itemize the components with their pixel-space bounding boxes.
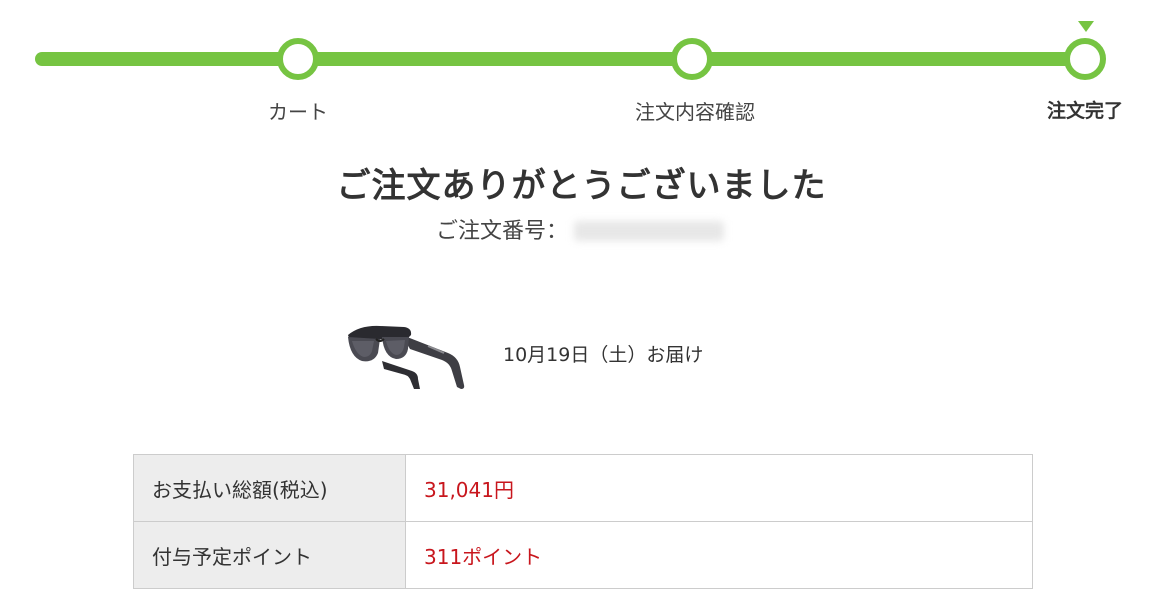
step-label-confirm: 注文内容確認	[635, 100, 755, 124]
step-node-complete	[1064, 38, 1106, 80]
step-label-complete: 注文完了	[1046, 100, 1123, 122]
progress-track	[35, 52, 1085, 66]
payment-summary-table: お支払い総額(税込) 31,041円 付与予定ポイント 311ポイント	[133, 454, 1033, 589]
points-label: 付与予定ポイント	[133, 521, 406, 589]
order-complete-page: カート 注文内容確認 注文完了 ご注文ありがとうございました ご注文番号： 10…	[0, 0, 1163, 608]
step-node-confirm	[671, 38, 713, 80]
order-number-row: ご注文番号：	[436, 213, 725, 245]
current-step-marker-icon	[1078, 21, 1094, 32]
step-label-cart: カート	[268, 100, 328, 124]
table-row-points: 付与予定ポイント 311ポイント	[133, 521, 1033, 589]
points-value: 311ポイント	[405, 521, 1033, 589]
total-payment-label: お支払い総額(税込)	[133, 454, 406, 522]
xr-glasses-image	[340, 313, 470, 393]
total-payment-value: 31,041円	[405, 454, 1033, 522]
step-node-cart	[277, 38, 319, 80]
delivery-date-text: 10月19日（土）お届け	[503, 344, 704, 366]
page-title: ご注文ありがとうございました	[336, 166, 827, 206]
order-number-label: ご注文番号：	[436, 219, 569, 244]
order-number-value-redacted	[574, 221, 725, 241]
table-row-total: お支払い総額(税込) 31,041円	[133, 454, 1033, 522]
